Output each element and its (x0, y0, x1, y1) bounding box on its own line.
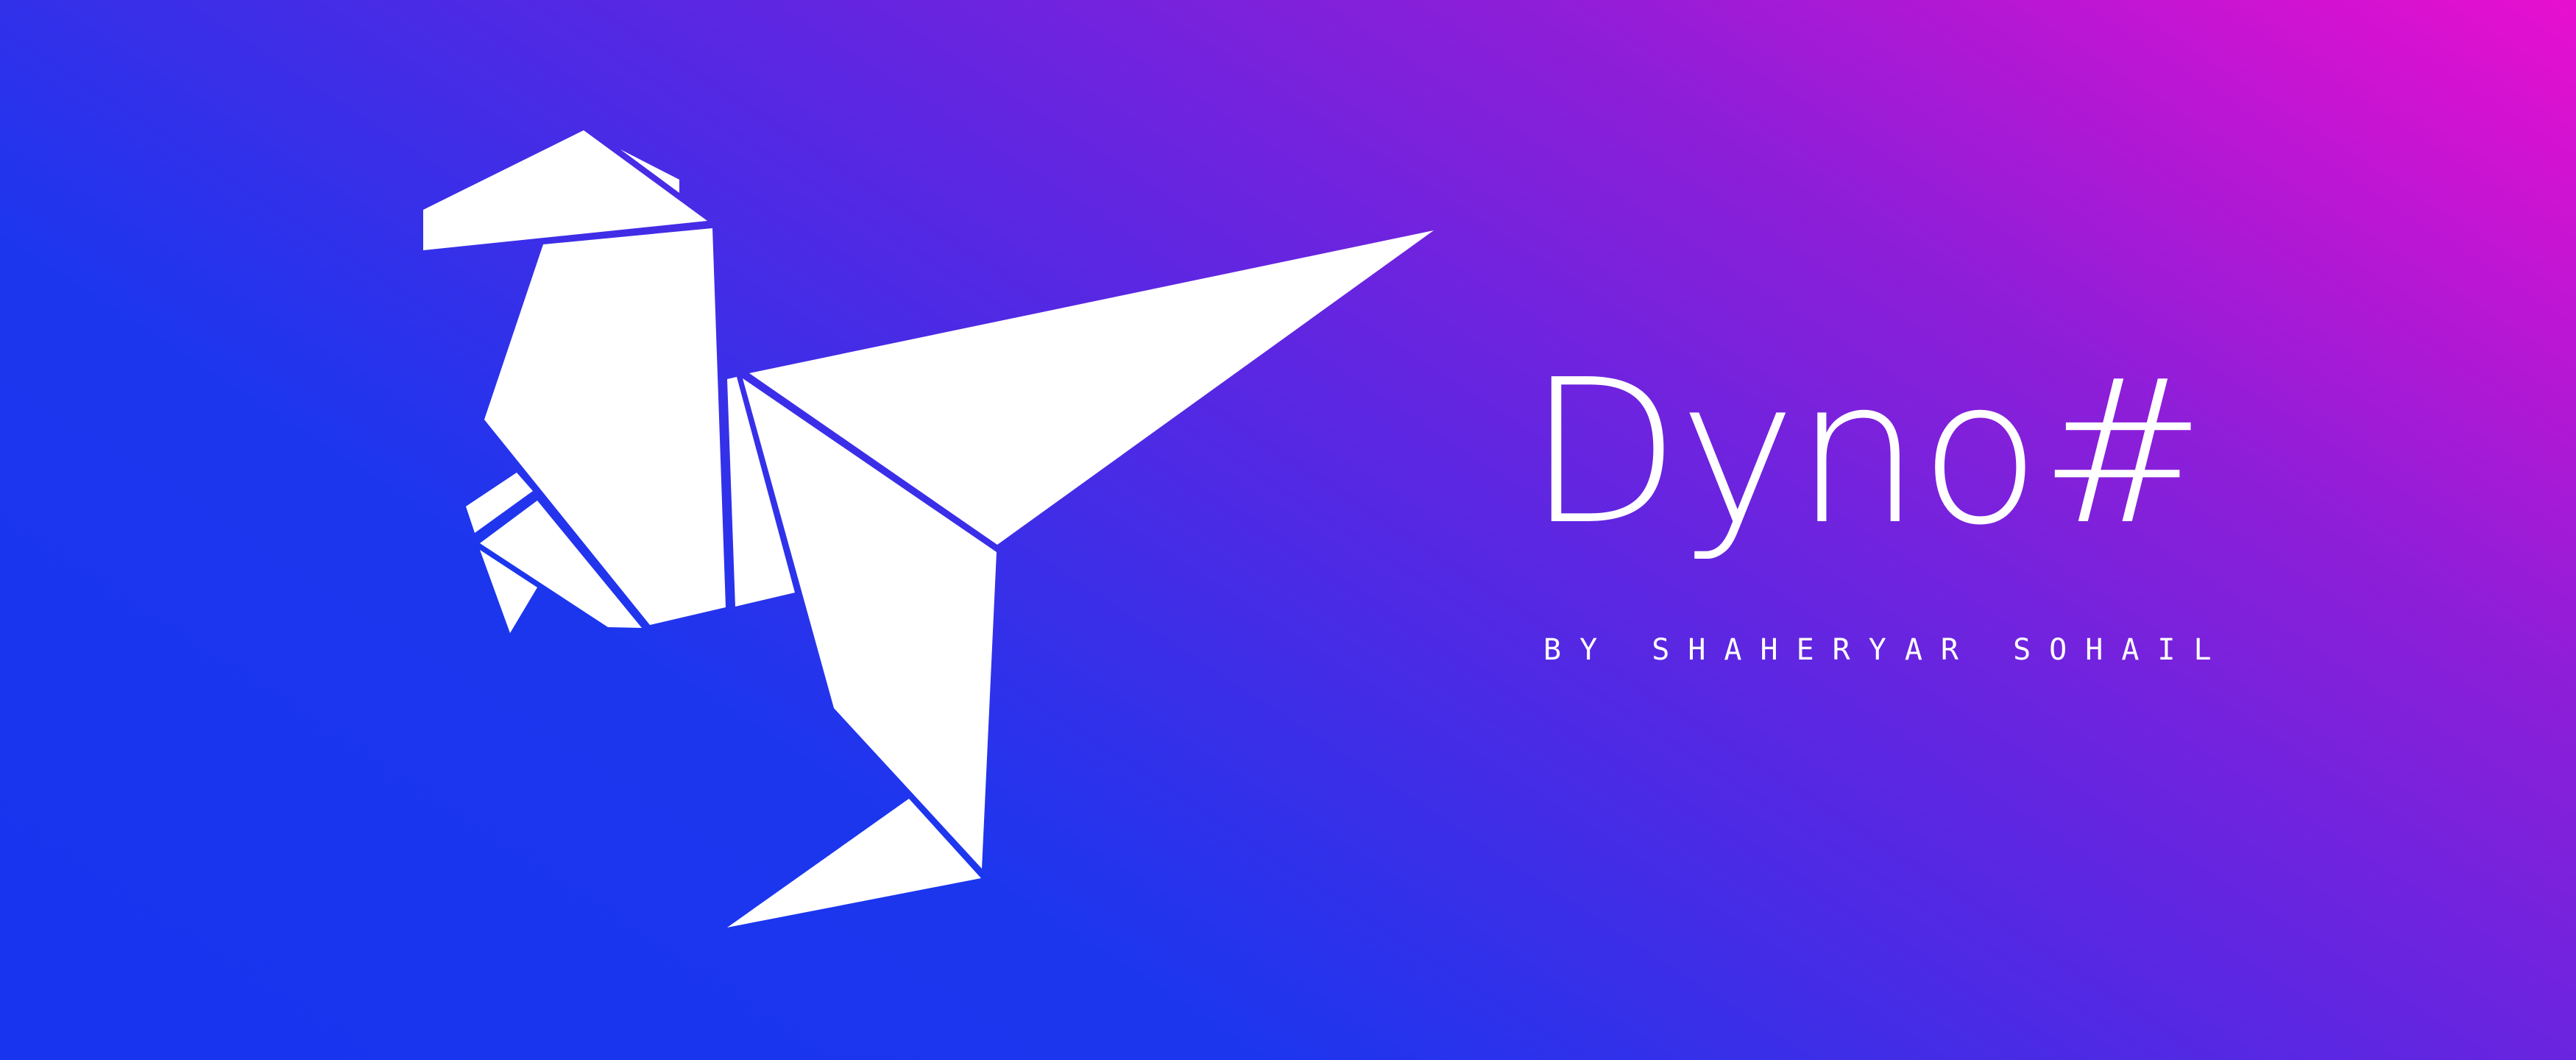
dino-head-top-shape (423, 130, 707, 250)
brand-block: Dyno# BY SHAHERYAR SOHAIL (1527, 336, 2263, 668)
brand-byline: BY SHAHERYAR SOHAIL (1543, 633, 2230, 667)
banner: Dyno# BY SHAHERYAR SOHAIL (0, 0, 2576, 1060)
origami-dinosaur-icon (412, 118, 1443, 942)
brand-title: Dyno# (1527, 336, 2206, 568)
